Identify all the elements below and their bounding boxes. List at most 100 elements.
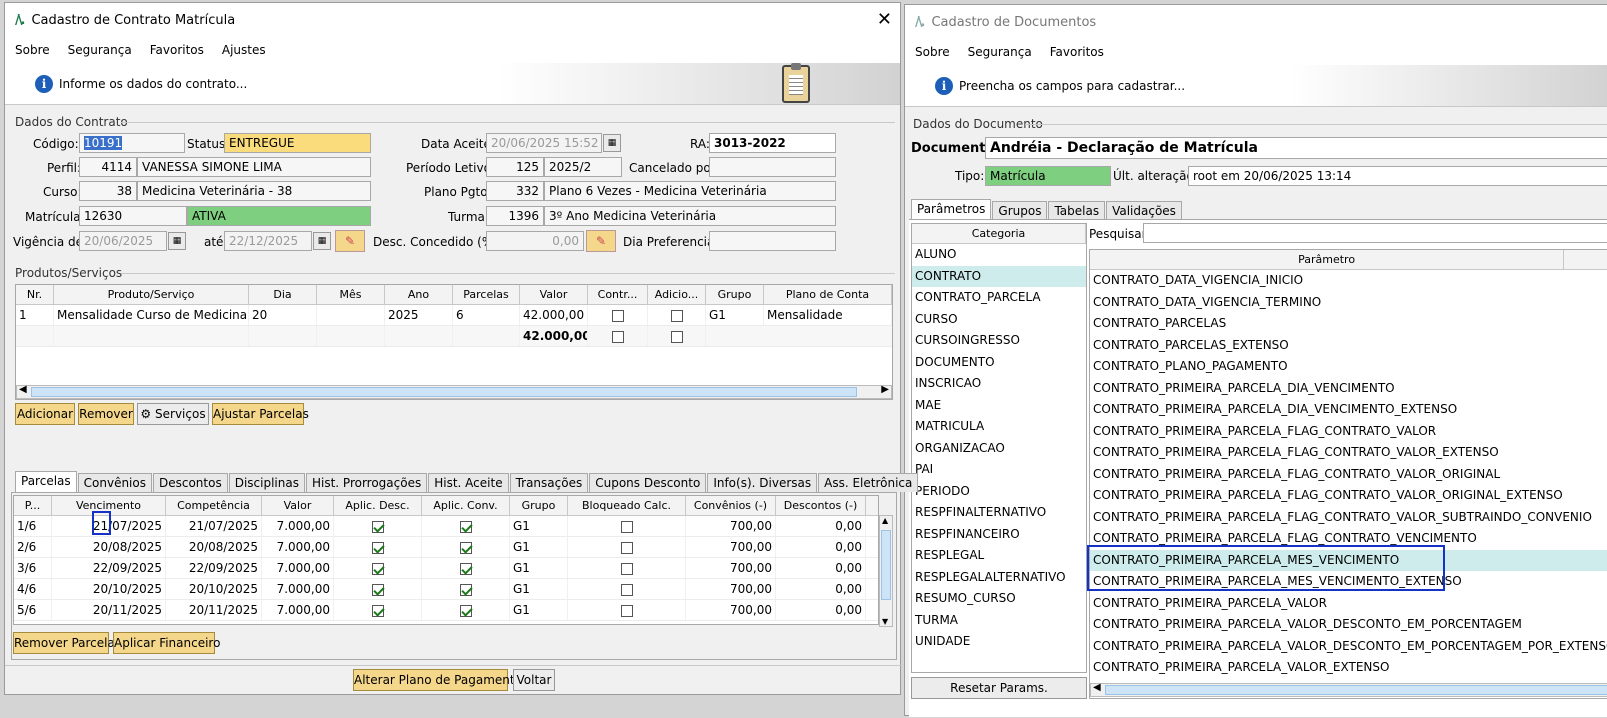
row-checkbox[interactable] (459, 562, 472, 575)
codigo-field[interactable]: 10191 (79, 133, 185, 153)
list-item[interactable]: RESPFINANCEIRO (912, 524, 1086, 546)
ajustar-parcelas-button[interactable]: Ajustar Parcelas (212, 403, 309, 425)
list-item[interactable]: UNIDADE (912, 631, 1086, 653)
column-header[interactable]: Produto/Serviço (54, 285, 249, 304)
menu-ajustes[interactable]: Ajustes (222, 43, 266, 57)
dia-pref-field[interactable] (709, 231, 836, 251)
contr-checkbox[interactable] (611, 330, 624, 343)
row-checkbox[interactable] (371, 604, 384, 617)
adicio-checkbox[interactable] (670, 330, 683, 343)
tab-6[interactable]: Transações (509, 473, 589, 492)
column-header[interactable]: Nr. (16, 285, 54, 304)
edit-vigencia-button[interactable]: ✎ (335, 230, 365, 252)
list-item[interactable]: CONTRATO_DATA_VIGENCIA_INICIO (1090, 270, 1607, 292)
column-header[interactable]: Aplic. Desc. (334, 496, 422, 515)
periodo-id-field[interactable]: 125 (486, 157, 544, 177)
table-row[interactable]: 1 Mensalidade Curso de Medicina Ve... 20… (16, 305, 892, 326)
alterar-plano-button[interactable]: Alterar Plano de Pagamento (353, 669, 522, 691)
list-item[interactable]: CONTRATO_PARCELA (912, 287, 1086, 309)
row-checkbox[interactable] (620, 520, 633, 533)
tab-5[interactable]: Hist. Aceite (428, 473, 509, 492)
contr-checkbox[interactable] (611, 309, 624, 322)
column-header[interactable]: Plano de Conta (764, 285, 892, 304)
list-item[interactable]: CURSO (912, 309, 1086, 331)
tab-9[interactable]: Ass. Eletrônica (818, 473, 919, 492)
column-header[interactable]: Parcelas (453, 285, 520, 304)
list-item[interactable]: CONTRATO_PRIMEIRA_PARCELA_FLAG_CONTRATO_… (1090, 485, 1607, 507)
row-checkbox[interactable] (371, 520, 384, 533)
column-header[interactable]: Aplic. Conv. (422, 496, 510, 515)
list-item[interactable]: CONTRATO_PRIMEIRA_PARCELA_VALOR_EXTENSO (1090, 657, 1607, 679)
row-checkbox[interactable] (459, 604, 472, 617)
table-row[interactable]: 5/6 20/11/2025 20/11/2025 7.000,00 G1 700,00 0… (14, 600, 878, 621)
scroll-up-icon[interactable]: ▲ (882, 516, 888, 525)
row-checkbox[interactable] (371, 583, 384, 596)
list-item[interactable]: MATRICULA (912, 416, 1086, 438)
list-item[interactable]: RESPFINALTERNATIVO (912, 502, 1086, 524)
list-item[interactable]: CONTRATO_PRIMEIRA_PARCELA_FLAG_CONTRATO_… (1090, 507, 1607, 529)
list-item[interactable]: CONTRATO_DATA_VIGENCIA_TERMINO (1090, 292, 1607, 314)
row-checkbox[interactable] (459, 541, 472, 554)
column-header[interactable]: Bloqueado Calc. (568, 496, 686, 515)
list-item[interactable]: PERIODO (912, 481, 1086, 503)
tab-validacoes[interactable]: Validações (1106, 201, 1182, 220)
list-item[interactable]: ORGANIZACAO (912, 438, 1086, 460)
list-item[interactable]: CONTRATO_PRIMEIRA_PARCELA_FLAG_CONTRATO_… (1090, 442, 1607, 464)
ra-field[interactable]: 3013-2022 (709, 133, 836, 153)
turma-id-field[interactable]: 1396 (486, 206, 544, 226)
column-header[interactable]: Dia (249, 285, 317, 304)
column-header[interactable]: Adicio... (648, 285, 706, 304)
tab-tabelas[interactable]: Tabelas (1048, 201, 1106, 220)
scroll-thumb[interactable] (31, 387, 857, 397)
list-item[interactable]: TURMA (912, 610, 1086, 632)
edit-desc-button[interactable]: ✎ (586, 230, 616, 252)
reset-params-button[interactable]: Resetar Params. (911, 677, 1087, 699)
menu-sobre[interactable]: Sobre (15, 43, 50, 57)
data-aceite-field[interactable]: 20/06/2025 15:52 (486, 133, 602, 153)
remover-button[interactable]: Remover (78, 403, 134, 425)
scroll-thumb[interactable] (1105, 685, 1607, 695)
row-checkbox[interactable] (459, 583, 472, 596)
adicio-checkbox[interactable] (670, 309, 683, 322)
list-item[interactable]: DOCUMENTO (912, 352, 1086, 374)
parametro-hscrollbar[interactable]: ◀ (1090, 682, 1607, 697)
scroll-left-icon[interactable]: ◀ (19, 384, 27, 395)
column-header[interactable]: Mês (317, 285, 385, 304)
servicos-button[interactable]: ⚙ Serviços (137, 403, 209, 425)
row-checkbox[interactable] (459, 520, 472, 533)
calendar-icon[interactable]: ▦ (603, 134, 621, 152)
produtos-hscrollbar[interactable]: ◀ ▶ (16, 384, 892, 399)
table-row[interactable]: 1/6 21/07/2025 21/07/2025 7.000,00 G1 700,00 0… (14, 516, 878, 537)
calendar-icon[interactable]: ▦ (168, 232, 186, 250)
list-item[interactable]: ALUNO (912, 244, 1086, 266)
list-item[interactable]: CONTRATO_PLANO_PAGAMENTO (1090, 356, 1607, 378)
column-header[interactable]: Valor (262, 496, 334, 515)
list-item[interactable]: CONTRATO_PRIMEIRA_PARCELA_FLAG_CONTRATO_… (1090, 421, 1607, 443)
plano-id-field[interactable]: 332 (486, 181, 544, 201)
row-checkbox[interactable] (620, 604, 633, 617)
row-checkbox[interactable] (620, 583, 633, 596)
column-header[interactable]: Descontos (-) (776, 496, 866, 515)
list-item[interactable]: RESUMO_CURSO (912, 588, 1086, 610)
tab-1[interactable]: Convênios (77, 473, 152, 492)
tab-parametros[interactable]: Parâmetros (911, 199, 992, 220)
list-item[interactable]: RESPLEGAL (912, 545, 1086, 567)
tab-3[interactable]: Disciplinas (228, 473, 305, 492)
menu-seguranca[interactable]: Segurança (68, 43, 132, 57)
row-checkbox[interactable] (620, 562, 633, 575)
pesquisar-input[interactable] (1143, 223, 1607, 243)
remover-parcela-button[interactable]: Remover Parcela (13, 632, 115, 654)
list-item[interactable]: MAE (912, 395, 1086, 417)
column-header[interactable]: Convênios (-) (686, 496, 776, 515)
column-header[interactable]: Grupo (706, 285, 764, 304)
vigencia-field[interactable]: 20/06/2025 (79, 231, 167, 251)
ate-field[interactable]: 22/12/2025 (224, 231, 312, 251)
aplicar-financeiro-button[interactable]: Aplicar Financeiro (113, 632, 220, 654)
menu-sobre[interactable]: Sobre (915, 45, 950, 59)
tipo-field[interactable]: Matrícula (985, 166, 1111, 186)
tab-0[interactable]: Parcelas (15, 471, 77, 492)
column-header[interactable]: P... (14, 496, 52, 515)
desc-field[interactable]: 0,00 (486, 231, 584, 251)
menu-favoritos[interactable]: Favoritos (1050, 45, 1104, 59)
tab-2[interactable]: Descontos (152, 473, 228, 492)
